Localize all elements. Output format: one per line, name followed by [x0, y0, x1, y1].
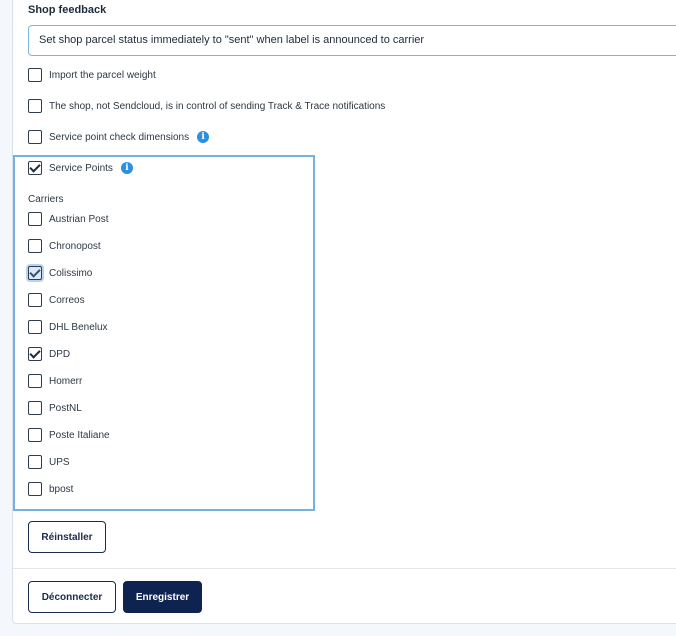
carrier-label: DPD	[49, 348, 71, 360]
carrier-label: UPS	[49, 456, 70, 468]
carrier-checkbox[interactable]	[28, 374, 42, 388]
carrier-checkbox[interactable]	[28, 266, 42, 280]
import-weight-checkbox[interactable]	[28, 68, 42, 82]
settings-panel: Shop feedback Set shop parcel status imm…	[12, 0, 676, 624]
track-trace-label: The shop, not Sendcloud, is in control o…	[49, 100, 386, 112]
option-sp-dimensions[interactable]: Service point check dimensions i	[28, 129, 210, 145]
save-button[interactable]: Enregistrer	[123, 581, 202, 613]
divider	[13, 568, 676, 569]
import-weight-label: Import the parcel weight	[49, 69, 156, 81]
carrier-label: PostNL	[49, 402, 82, 414]
carrier-item[interactable]: Chronopost	[28, 238, 101, 254]
carrier-checkbox[interactable]	[28, 455, 42, 469]
carrier-item[interactable]: DPD	[28, 346, 70, 362]
sp-dimensions-label: Service point check dimensions	[49, 131, 190, 143]
carrier-checkbox[interactable]	[28, 212, 42, 226]
service-points-checkbox[interactable]	[28, 161, 42, 175]
carrier-label: Chronopost	[49, 240, 101, 252]
option-track-trace[interactable]: The shop, not Sendcloud, is in control o…	[28, 98, 385, 114]
carrier-item[interactable]: Colissimo	[28, 265, 92, 281]
carrier-item[interactable]: PostNL	[28, 400, 82, 416]
carriers-heading: Carriers	[28, 194, 64, 205]
info-icon[interactable]: i	[197, 131, 210, 143]
section-title: Shop feedback	[28, 4, 107, 16]
carrier-checkbox[interactable]	[28, 320, 42, 334]
reinstall-button[interactable]: Réinstaller	[28, 521, 106, 553]
carrier-checkbox[interactable]	[28, 401, 42, 415]
sp-dimensions-checkbox[interactable]	[28, 130, 42, 144]
carrier-item[interactable]: Correos	[28, 292, 85, 308]
carrier-item[interactable]: bpost	[28, 481, 73, 497]
carrier-label: Correos	[49, 294, 85, 306]
carrier-item[interactable]: Austrian Post	[28, 211, 108, 227]
carrier-label: DHL Benelux	[49, 321, 108, 333]
option-import-weight[interactable]: Import the parcel weight	[28, 67, 156, 83]
carrier-label: Poste Italiane	[49, 429, 110, 441]
info-icon[interactable]: i	[120, 162, 133, 174]
carrier-item[interactable]: Homerr	[28, 373, 82, 389]
track-trace-checkbox[interactable]	[28, 99, 42, 113]
carrier-checkbox[interactable]	[28, 293, 42, 307]
carrier-checkbox[interactable]	[28, 482, 42, 496]
option-service-points[interactable]: Service Points i	[28, 160, 133, 176]
carrier-item[interactable]: Poste Italiane	[28, 427, 110, 443]
carrier-label: Austrian Post	[49, 213, 109, 225]
carrier-checkbox[interactable]	[28, 428, 42, 442]
carrier-checkbox[interactable]	[28, 347, 42, 361]
carrier-label: Colissimo	[49, 267, 93, 279]
parcel-status-select[interactable]: Set shop parcel status immediately to "s…	[28, 25, 676, 56]
carrier-item[interactable]: UPS	[28, 454, 70, 470]
carrier-label: Homerr	[49, 375, 83, 387]
carrier-checkbox[interactable]	[28, 239, 42, 253]
service-points-label: Service Points	[49, 162, 113, 174]
carrier-item[interactable]: DHL Benelux	[28, 319, 108, 335]
carrier-label: bpost	[49, 483, 74, 495]
disconnect-button[interactable]: Déconnecter	[28, 581, 116, 613]
